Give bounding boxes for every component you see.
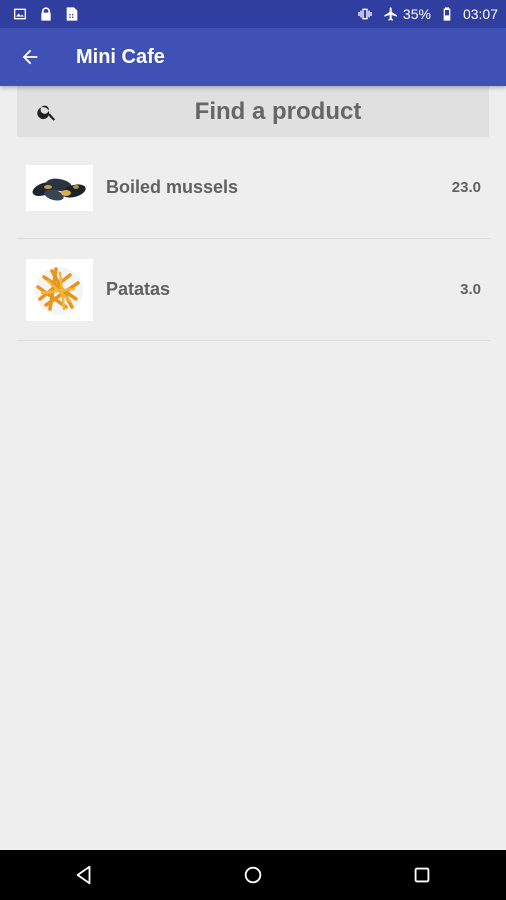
back-triangle-icon xyxy=(76,865,91,885)
back-button[interactable] xyxy=(0,28,60,86)
vibrate-icon xyxy=(357,6,373,22)
product-price: 23.0 xyxy=(451,179,481,196)
product-name: Patatas xyxy=(106,279,171,299)
airplane-icon xyxy=(383,6,399,22)
product-image-fries xyxy=(26,258,93,321)
app-bar: Mini Cafe xyxy=(0,28,506,86)
nav-recents-button[interactable] xyxy=(392,850,452,900)
app-title: Mini Cafe xyxy=(76,45,165,68)
system-nav-bar xyxy=(0,850,506,900)
nav-home-button[interactable] xyxy=(223,850,283,900)
status-right: 35% 03:07 xyxy=(357,6,498,22)
product-name: Boiled mussels xyxy=(106,177,239,197)
home-circle-icon xyxy=(244,866,262,884)
product-item[interactable]: Patatas 3.0 xyxy=(17,239,491,341)
sim-icon xyxy=(64,6,80,22)
battery-percent: 35% xyxy=(402,6,431,22)
product-image-mussels xyxy=(26,164,93,211)
arrow-back-icon xyxy=(22,49,38,65)
product-price: 3.0 xyxy=(460,281,481,298)
recents-square-icon xyxy=(414,867,429,883)
status-bar: 35% 03:07 xyxy=(0,0,506,28)
nav-back-button[interactable] xyxy=(54,850,114,900)
search-input[interactable] xyxy=(67,86,489,137)
search-bar[interactable] xyxy=(17,86,489,137)
status-left xyxy=(12,6,80,22)
lock-icon xyxy=(38,6,54,22)
product-item[interactable]: Boiled mussels 23.0 xyxy=(17,137,491,239)
image-icon xyxy=(12,6,28,22)
search-icon xyxy=(36,101,58,123)
product-list: Boiled mussels 23.0 Patatas 3.0 xyxy=(17,137,491,341)
battery-icon xyxy=(439,6,455,22)
clock: 03:07 xyxy=(462,6,498,22)
